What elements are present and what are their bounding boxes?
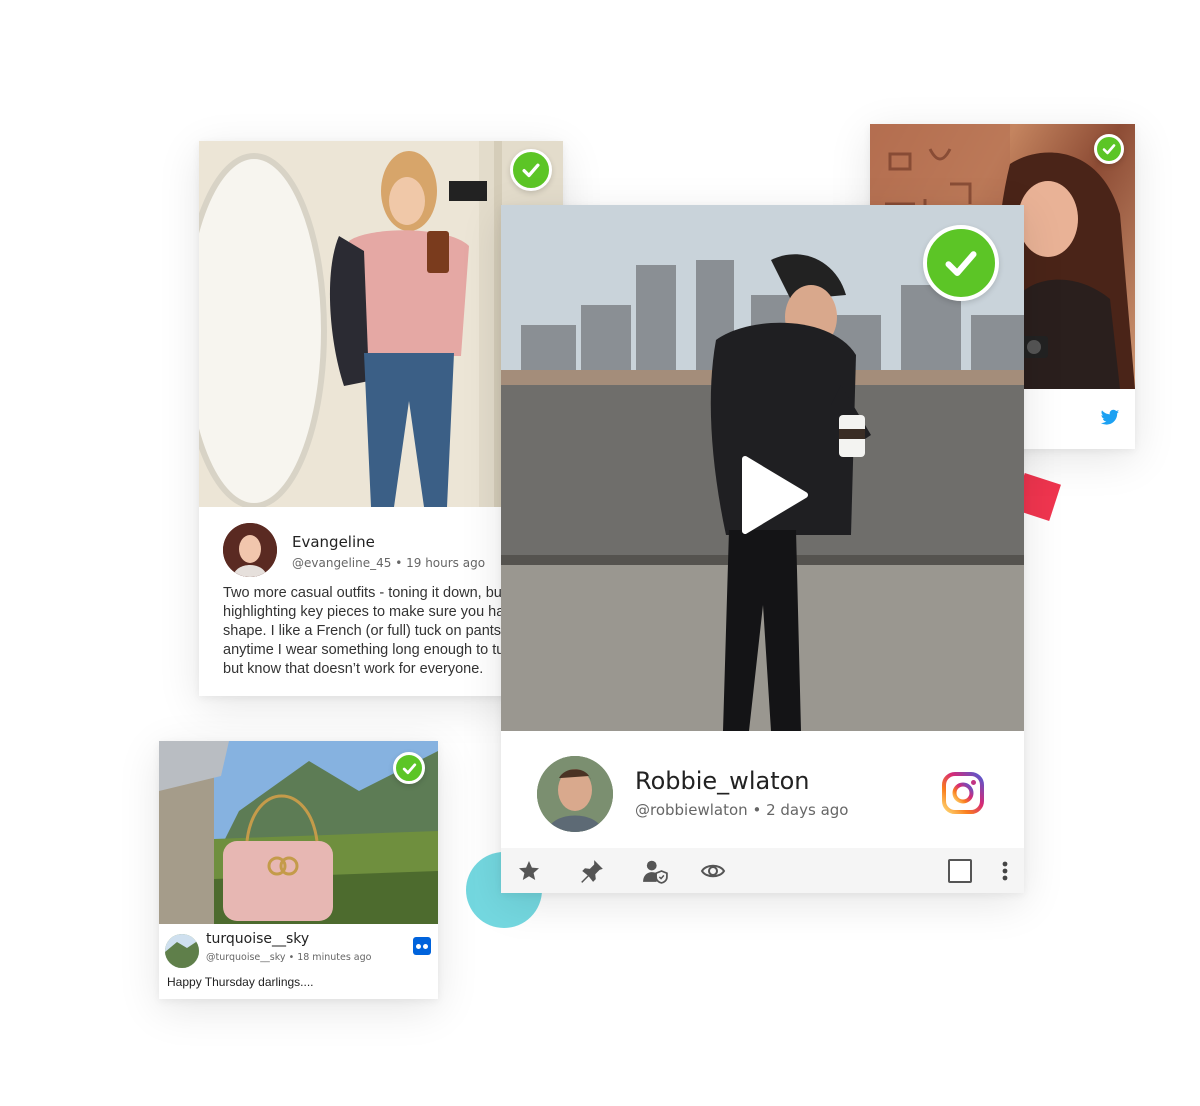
handle: @turquoise__sky	[206, 952, 286, 963]
approved-check-icon	[1094, 134, 1124, 164]
handle: @evangeline_45	[292, 556, 392, 570]
pin-icon[interactable]	[579, 858, 605, 884]
avatar[interactable]	[165, 934, 199, 968]
checkbox-icon[interactable]	[948, 859, 972, 883]
flickr-icon[interactable]	[413, 937, 431, 955]
approved-check-icon	[923, 225, 999, 301]
flickr-dot	[416, 943, 421, 949]
flickr-dot	[423, 943, 428, 949]
action-bar	[501, 848, 1024, 893]
post-text: Happy Thursday darlings....	[167, 975, 314, 989]
handle: @robbiewlaton	[635, 801, 748, 819]
avatar[interactable]	[223, 523, 277, 577]
approved-check-icon	[393, 752, 425, 784]
eye-icon[interactable]	[700, 860, 726, 882]
robbie-post-card[interactable]: Robbie_wlaton @robbiewlaton • 2 days ago	[501, 205, 1024, 893]
instagram-icon[interactable]	[941, 771, 985, 815]
post-time: 19 hours ago	[406, 556, 486, 570]
user-shield-icon[interactable]	[642, 858, 668, 884]
separator: •	[752, 801, 762, 819]
avatar[interactable]	[537, 756, 613, 832]
approved-check-icon	[510, 149, 552, 191]
post-text: Two more casual outfits - toning it down…	[223, 585, 531, 677]
post-time: 18 minutes ago	[297, 952, 372, 963]
handle-and-time: @robbiewlaton • 2 days ago	[635, 801, 848, 819]
turquoise-post-card[interactable]: turquoise__sky @turquoise__sky • 18 minu…	[159, 741, 438, 999]
play-icon[interactable]	[739, 455, 809, 535]
separator: •	[395, 556, 403, 570]
more-vertical-icon[interactable]	[1001, 859, 1009, 883]
star-icon[interactable]	[517, 859, 541, 883]
username[interactable]: turquoise__sky	[206, 931, 309, 947]
post-time: 2 days ago	[766, 801, 849, 819]
handle-and-time: @evangeline_45 • 19 hours ago	[292, 556, 485, 570]
handle-and-time: @turquoise__sky • 18 minutes ago	[206, 952, 371, 963]
separator: •	[288, 952, 295, 963]
twitter-bird-icon[interactable]	[1100, 409, 1120, 427]
username[interactable]: Robbie_wlaton	[635, 767, 810, 795]
username[interactable]: Evangeline	[292, 533, 375, 551]
